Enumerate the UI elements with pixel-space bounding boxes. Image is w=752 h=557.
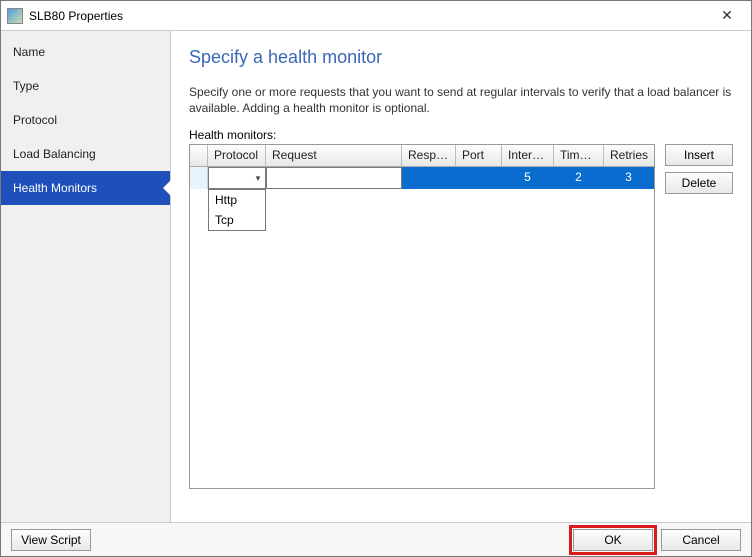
grid-area: Protocol Request Respo... Port Interval … [189,144,733,514]
dialog-body: Name Type Protocol Load Balancing Health… [1,31,751,522]
health-monitors-grid[interactable]: Protocol Request Respo... Port Interval … [189,144,655,489]
grid-side-buttons: Insert Delete [665,144,733,514]
sidebar-item-health-monitors[interactable]: Health Monitors [1,171,170,205]
dialog-footer: View Script OK Cancel [1,522,751,556]
insert-button[interactable]: Insert [665,144,733,166]
app-icon [7,8,23,24]
close-icon: ✕ [721,7,733,24]
col-response[interactable]: Respo... [402,145,456,166]
sidebar-item-load-balancing[interactable]: Load Balancing [1,137,170,171]
cell-interval[interactable]: 5 [502,167,554,189]
close-button[interactable]: ✕ [707,2,747,30]
titlebar: SLB80 Properties ✕ [1,1,751,31]
properties-dialog: SLB80 Properties ✕ Name Type Protocol Lo… [0,0,752,557]
row-selector[interactable] [190,167,208,189]
col-retries[interactable]: Retries [604,145,654,166]
protocol-dropdown-list[interactable]: Http Tcp [208,189,266,231]
page-description: Specify one or more requests that you wa… [189,84,733,116]
sidebar-item-protocol[interactable]: Protocol [1,103,170,137]
sidebar-item-type[interactable]: Type [1,69,170,103]
cell-protocol[interactable]: ▾ [208,167,266,189]
main-panel: Specify a health monitor Specify one or … [171,31,751,522]
protocol-option-tcp[interactable]: Tcp [209,210,265,230]
col-port[interactable]: Port [456,145,502,166]
cancel-button[interactable]: Cancel [661,529,741,551]
window-title: SLB80 Properties [29,9,707,23]
col-timeout[interactable]: Time-... [554,145,604,166]
cell-timeout[interactable]: 2 [554,167,604,189]
cell-response[interactable] [402,167,456,189]
request-input[interactable] [266,167,402,189]
grid-label: Health monitors: [189,128,733,142]
ok-button[interactable]: OK [573,529,653,551]
cell-request[interactable] [266,167,402,189]
col-request[interactable]: Request [266,145,402,166]
grid-header: Protocol Request Respo... Port Interval … [190,145,654,167]
protocol-combobox[interactable] [208,167,266,189]
protocol-option-http[interactable]: Http [209,190,265,210]
page-heading: Specify a health monitor [189,47,733,68]
cell-retries[interactable]: 3 [604,167,654,189]
col-interval[interactable]: Interval [502,145,554,166]
view-script-button[interactable]: View Script [11,529,91,551]
cell-port[interactable] [456,167,502,189]
delete-button[interactable]: Delete [665,172,733,194]
sidebar: Name Type Protocol Load Balancing Health… [1,31,171,522]
grid-row[interactable]: ▾ 5 2 3 [190,167,654,189]
col-row-selector [190,145,208,166]
col-protocol[interactable]: Protocol [208,145,266,166]
sidebar-item-name[interactable]: Name [1,35,170,69]
